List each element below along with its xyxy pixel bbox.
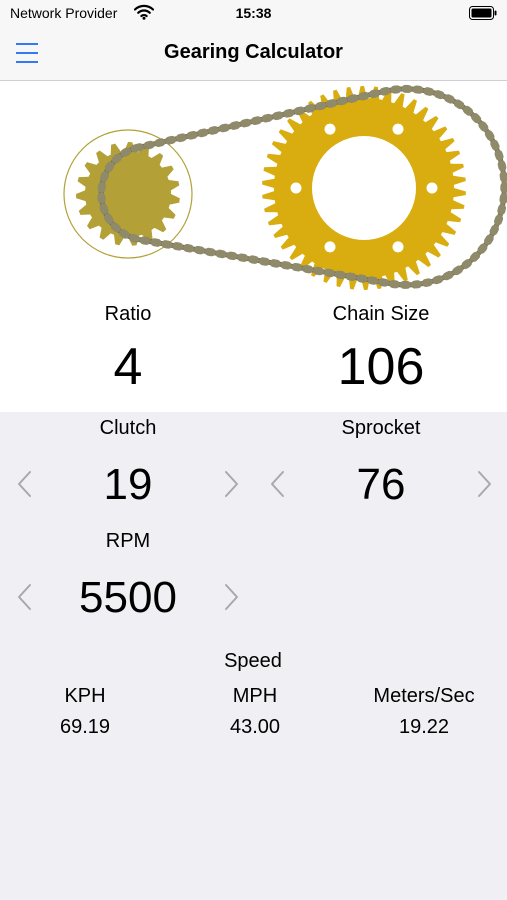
kph-value: 69.19 xyxy=(59,716,111,738)
clutch-label: Clutch xyxy=(99,417,157,439)
sprocket-bolt-hole xyxy=(324,123,336,135)
summary-panel: Ratio 4 Chain Size 106 xyxy=(0,81,507,412)
sprocket-value: 76 xyxy=(356,460,406,509)
status-bar: Network Provider 15:38 xyxy=(0,0,507,26)
chevron-right-icon xyxy=(225,471,238,497)
ratio-label: Ratio xyxy=(104,303,152,325)
sprocket-bolt-hole xyxy=(392,123,404,135)
clutch-increment-button[interactable] xyxy=(218,466,242,502)
sprocket-bolt-hole xyxy=(426,182,438,194)
kph-label: KPH xyxy=(64,685,106,707)
rpm-label: RPM xyxy=(105,530,151,552)
chain-size-label: Chain Size xyxy=(332,303,430,325)
chevron-right-icon xyxy=(225,584,238,610)
sprocket-bolt-hole xyxy=(324,241,336,253)
mph-label: MPH xyxy=(232,685,278,707)
clock: 15:38 xyxy=(235,5,272,21)
sprocket-increment-button[interactable] xyxy=(471,466,495,502)
chain-size-value: 106 xyxy=(337,338,425,396)
ratio-value: 4 xyxy=(113,338,143,396)
clutch-value: 19 xyxy=(103,460,153,509)
page-title: Gearing Calculator xyxy=(164,41,343,63)
clutch-gear xyxy=(76,142,180,246)
navigation-bar: Gearing Calculator xyxy=(0,26,507,81)
mph-value: 43.00 xyxy=(229,716,281,738)
meters-per-sec-value: 19.22 xyxy=(398,716,450,738)
meters-per-sec-label: Meters/Sec xyxy=(373,685,475,707)
controls-panel: Clutch 19 Sprocket 76 RPM 5500 Speed KPH… xyxy=(0,412,507,900)
sprocket-bolt-hole xyxy=(290,182,302,194)
rpm-value: 5500 xyxy=(79,573,177,622)
chevron-right-icon xyxy=(478,471,491,497)
sprocket-bolt-hole xyxy=(392,241,404,253)
gear-chain-diagram xyxy=(63,84,507,290)
battery-icon xyxy=(469,6,497,25)
rpm-increment-button[interactable] xyxy=(218,579,242,615)
speed-heading: Speed xyxy=(224,650,282,672)
sprocket-label: Sprocket xyxy=(341,417,421,439)
sprocket-hub xyxy=(312,136,416,240)
